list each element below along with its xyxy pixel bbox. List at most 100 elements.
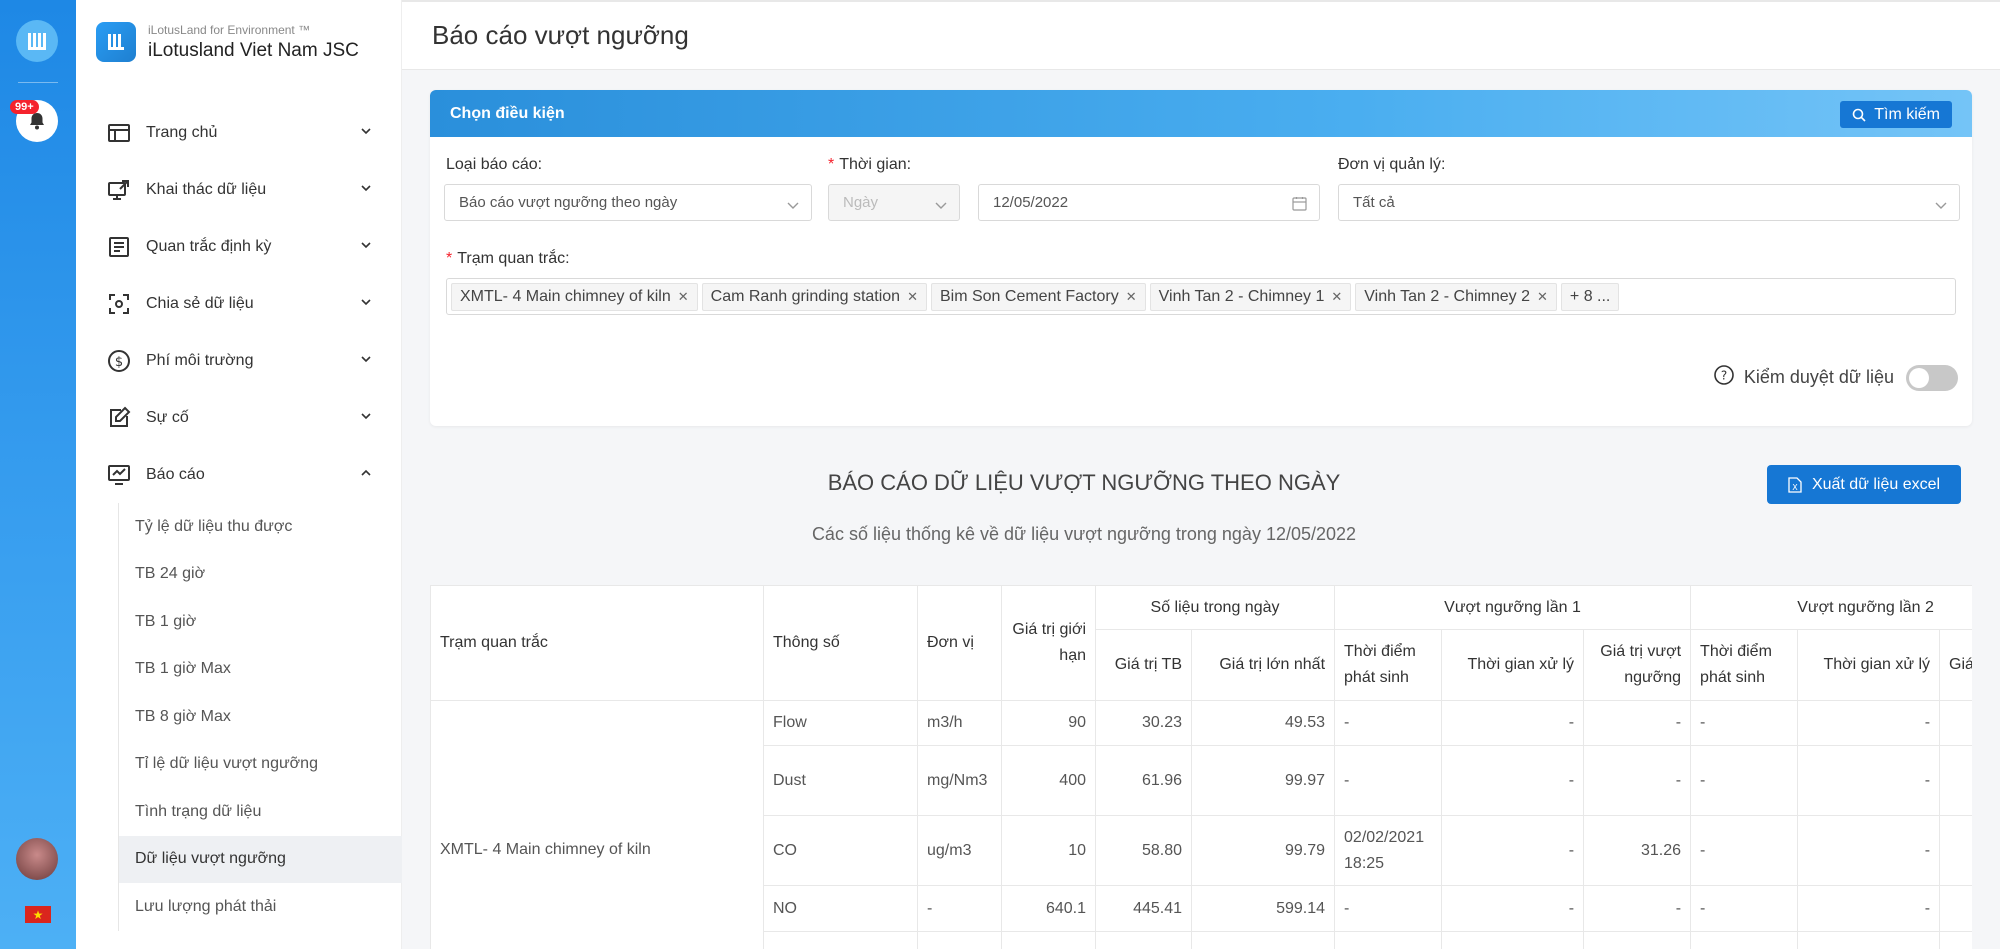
process1-cell: -	[1441, 815, 1585, 886]
occur1-cell	[1334, 931, 1443, 949]
col-process2-header: Thời gian xử lý	[1797, 629, 1941, 701]
col-exceed2-header: Vượt ngưỡng lần 2	[1690, 585, 1972, 630]
limit-cell: 640.1	[1001, 885, 1096, 932]
menu-item-data-mining[interactable]: Khai thác dữ liệu	[76, 161, 402, 218]
submenu-item-exceed-rate[interactable]: Tỉ lệ dữ liệu vượt ngưỡng	[119, 741, 402, 789]
exceed-val1-cell: -	[1583, 745, 1692, 816]
param-cell	[763, 931, 918, 949]
station-tag[interactable]: Bim Son Cement Factory ✕	[930, 282, 1146, 311]
menu-item-periodic-monitoring[interactable]: Quan trắc định kỳ	[76, 218, 402, 275]
param-cell: CO	[763, 815, 918, 886]
menu-label: Chia sẻ dữ liệu	[146, 294, 254, 312]
menu-label: Khai thác dữ liệu	[146, 180, 267, 198]
process2-cell: -	[1797, 700, 1941, 746]
close-icon[interactable]: ✕	[1331, 289, 1342, 305]
chevron-down-icon	[360, 352, 372, 370]
svg-text:?: ?	[1721, 369, 1727, 383]
col-day-header: Số liệu trong ngày	[1094, 585, 1336, 630]
menu-item-environment-fee[interactable]: $ Phí môi trường	[76, 332, 402, 389]
submenu-item-avg-8h-max[interactable]: TB 8 giờ Max	[119, 693, 402, 741]
export-excel-button[interactable]: X Xuất dữ liệu excel	[1767, 465, 1961, 504]
submenu-item-data-rate[interactable]: Tỷ lệ dữ liệu thu được	[119, 503, 402, 551]
submenu-item-avg-24h[interactable]: TB 24 giờ	[119, 551, 402, 599]
menu-label: Phí môi trường	[146, 351, 254, 369]
brand-tagline: iLotusLand for Environment ™	[148, 22, 311, 37]
report-table-container[interactable]: Trạm quan trắc Thông số Đơn vị Giá trị g…	[430, 585, 1972, 949]
excel-file-icon: X	[1788, 476, 1802, 493]
language-flag-icon[interactable]: ★	[25, 906, 51, 923]
filter-card-header: Chọn điều kiện Tìm kiếm	[430, 90, 1972, 137]
submenu-item-emission-flow[interactable]: Lưu lượng phát thải	[119, 883, 402, 931]
exceed-val2-cell	[1939, 885, 1972, 932]
svg-text:$: $	[115, 355, 123, 370]
search-button[interactable]: Tìm kiếm	[1840, 101, 1952, 128]
close-icon[interactable]: ✕	[678, 289, 689, 305]
close-icon[interactable]: ✕	[1126, 289, 1137, 305]
submenu-item-avg-1h[interactable]: TB 1 giờ	[119, 598, 402, 646]
rail-divider	[18, 82, 58, 83]
report-submenu: Tỷ lệ dữ liệu thu được TB 24 giờ TB 1 gi…	[118, 503, 402, 931]
main-content: Báo cáo vượt ngưỡng Chọn điều kiện Tìm k…	[402, 0, 2000, 949]
chevron-down-icon	[360, 295, 372, 313]
moderation-toggle[interactable]	[1906, 364, 1958, 391]
limit-cell: 90	[1001, 700, 1096, 746]
menu-item-home[interactable]: Trang chủ	[76, 104, 402, 161]
brand: iLotusLand for Environment ™ iLotusland …	[96, 22, 359, 62]
col-process1-header: Thời gian xử lý	[1441, 629, 1585, 701]
search-button-label: Tìm kiếm	[1874, 105, 1940, 123]
menu-item-incident[interactable]: Sự cố	[76, 389, 402, 446]
process2-cell: -	[1797, 885, 1941, 932]
chevron-down-icon	[360, 238, 372, 256]
unit-cell: ug/m3	[917, 815, 1002, 886]
unit-label: Đơn vị quản lý:	[1338, 156, 1446, 173]
unit-select[interactable]: Tất cả	[1338, 184, 1960, 221]
more-stations-tag[interactable]: + 8 ...	[1560, 282, 1620, 311]
menu-item-report[interactable]: Báo cáo	[76, 446, 402, 503]
submenu-item-avg-1h-max[interactable]: TB 1 giờ Max	[119, 646, 402, 694]
station-tag[interactable]: Vinh Tan 2 - Chimney 1 ✕	[1149, 282, 1352, 311]
unit-cell: mg/Nm3	[917, 745, 1002, 816]
brand-logo-icon	[96, 22, 136, 62]
question-circle-icon[interactable]: ?	[1713, 364, 1735, 391]
document-icon	[106, 234, 132, 260]
date-picker[interactable]: 12/05/2022	[978, 184, 1320, 221]
menu-label: Báo cáo	[146, 465, 205, 483]
station-tag[interactable]: XMTL- 4 Main chimney of kiln ✕	[451, 282, 698, 311]
occur1-cell: -	[1334, 745, 1443, 816]
submenu-item-data-status[interactable]: Tình trạng dữ liệu	[119, 788, 402, 836]
export-excel-label: Xuất dữ liệu excel	[1811, 475, 1941, 493]
close-icon[interactable]: ✕	[1537, 289, 1548, 305]
station-tag[interactable]: Vinh Tan 2 - Chimney 2 ✕	[1355, 282, 1557, 311]
dollar-icon: $	[106, 348, 132, 374]
param-cell: NO	[763, 885, 918, 932]
moderation-control: ? Kiểm duyệt dữ liệu	[1713, 364, 1958, 391]
chevron-down-icon	[1935, 198, 1947, 215]
app-logo-icon[interactable]	[16, 20, 58, 62]
station-tag[interactable]: Cam Ranh grinding station ✕	[701, 282, 927, 311]
filter-card-title: Chọn điều kiện	[450, 104, 565, 122]
stations-multiselect[interactable]: XMTL- 4 Main chimney of kiln ✕ Cam Ranh g…	[446, 278, 1956, 315]
page-header: Báo cáo vượt ngưỡng	[402, 0, 2000, 70]
menu-item-data-sharing[interactable]: Chia sẻ dữ liệu	[76, 275, 402, 332]
max-cell	[1190, 931, 1336, 949]
layout-icon	[106, 120, 132, 146]
date-value: 12/05/2022	[993, 194, 1069, 211]
unit-value: Tất cả	[1353, 194, 1395, 211]
close-icon[interactable]: ✕	[907, 289, 918, 305]
col-exceed-val2-header: Giá	[1939, 629, 1972, 701]
exceed-val2-cell	[1939, 700, 1972, 746]
max-cell: 599.14	[1190, 885, 1336, 932]
avg-cell: 58.80	[1095, 815, 1192, 886]
exceed-val1-cell: -	[1583, 885, 1692, 932]
limit-cell: 400	[1001, 745, 1096, 816]
report-type-select[interactable]: Báo cáo vượt ngưỡng theo ngày	[444, 184, 812, 221]
occur1-cell: -	[1334, 700, 1443, 746]
chevron-down-icon	[360, 409, 372, 427]
user-avatar[interactable]	[16, 838, 58, 880]
calendar-icon	[1292, 196, 1307, 215]
time-unit-select[interactable]: Ngày	[828, 184, 960, 221]
unit-cell: m3/h	[917, 700, 1002, 746]
process1-cell: -	[1441, 700, 1585, 746]
exceed-val1-cell: -	[1583, 700, 1692, 746]
submenu-item-exceed-data[interactable]: Dữ liệu vượt ngưỡng	[119, 835, 402, 883]
